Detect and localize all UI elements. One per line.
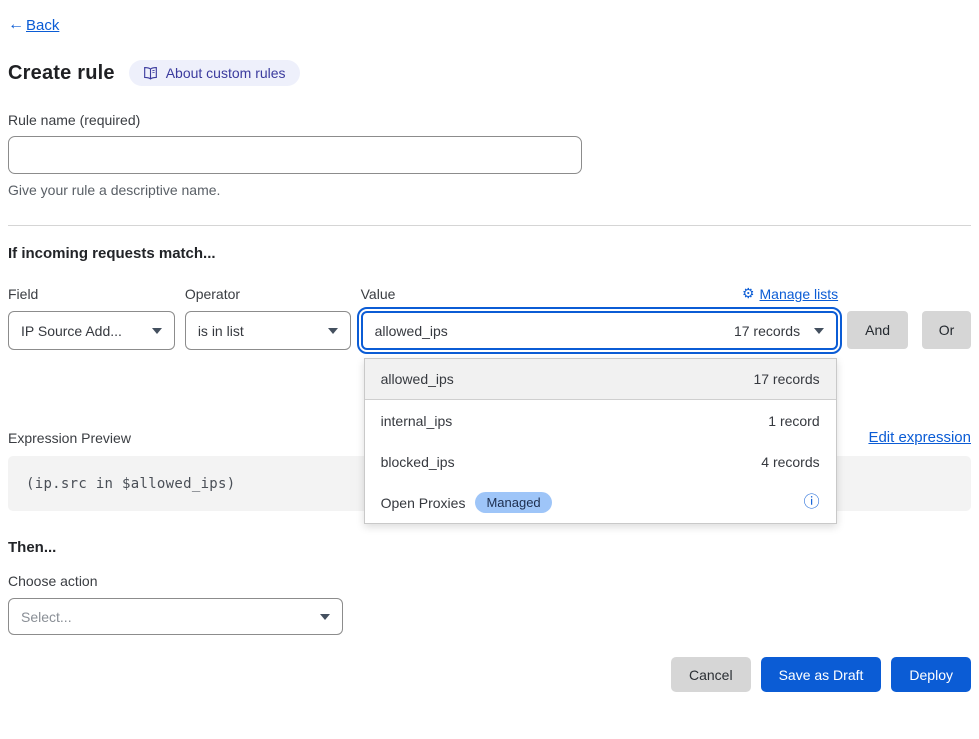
list-records: 17 records (753, 371, 819, 387)
action-select-placeholder: Select... (21, 609, 72, 625)
back-arrow-icon: ← (8, 16, 24, 34)
list-records: 4 records (761, 454, 819, 470)
rule-name-helper: Give your rule a descriptive name. (8, 182, 971, 198)
operator-cell: Operator is in list (185, 286, 351, 350)
field-cell: Field IP Source Add... (8, 286, 175, 350)
expression-code: (ip.src in $allowed_ips) (26, 476, 236, 492)
back-link[interactable]: ← Back (8, 16, 59, 34)
chevron-down-icon (152, 328, 162, 334)
cancel-button[interactable]: Cancel (671, 657, 751, 692)
title-row: Create rule About custom rules (8, 60, 971, 86)
info-icon[interactable]: ⓘ (804, 495, 820, 511)
value-select-value: allowed_ips (375, 323, 448, 339)
value-label-row: Value ⚙ Manage lists (361, 285, 838, 302)
list-name-group: Open Proxies Managed (381, 492, 552, 513)
value-cell: Value ⚙ Manage lists allowed_ips 17 reco… (361, 285, 838, 350)
back-link-label: Back (26, 17, 59, 34)
managed-badge: Managed (475, 492, 551, 513)
match-heading: If incoming requests match... (8, 245, 971, 262)
rule-name-label: Rule name (required) (8, 112, 971, 128)
or-button[interactable]: Or (922, 311, 971, 349)
condition-row: Field IP Source Add... Operator is in li… (8, 285, 971, 350)
operator-label: Operator (185, 286, 351, 302)
chevron-down-icon (320, 614, 330, 620)
action-select[interactable]: Select... (8, 598, 343, 635)
value-select-records: 17 records (734, 323, 800, 339)
deploy-button[interactable]: Deploy (891, 657, 971, 692)
operator-select[interactable]: is in list (185, 311, 351, 350)
save-as-draft-button[interactable]: Save as Draft (761, 657, 882, 692)
dropdown-item-blocked-ips[interactable]: blocked_ips 4 records (365, 441, 836, 482)
list-records: 1 record (768, 413, 819, 429)
expression-preview-label: Expression Preview (8, 430, 131, 446)
list-name: internal_ips (381, 413, 453, 429)
dropdown-item-internal-ips[interactable]: internal_ips 1 record (365, 400, 836, 441)
value-select[interactable]: allowed_ips 17 records allowed_ips 17 re… (361, 311, 838, 350)
list-name: blocked_ips (381, 454, 455, 470)
value-select-right: 17 records (734, 323, 824, 339)
gear-icon: ⚙ (742, 285, 755, 302)
edit-expression-link[interactable]: Edit expression (868, 429, 971, 446)
list-name: Open Proxies (381, 495, 466, 511)
section-divider (8, 225, 971, 226)
value-label: Value (361, 286, 396, 302)
chevron-down-icon (814, 328, 824, 334)
create-rule-page: ← Back Create rule About custom rules Ru… (0, 0, 979, 712)
about-custom-rules-label: About custom rules (166, 65, 286, 81)
list-name: allowed_ips (381, 371, 454, 387)
then-heading: Then... (8, 539, 971, 556)
and-button[interactable]: And (847, 311, 908, 349)
value-dropdown-panel: allowed_ips 17 records internal_ips 1 re… (364, 358, 837, 524)
choose-action-label: Choose action (8, 573, 971, 589)
manage-lists-link[interactable]: ⚙ Manage lists (742, 285, 838, 302)
dropdown-item-open-proxies[interactable]: Open Proxies Managed ⓘ (365, 482, 836, 523)
dropdown-item-allowed-ips[interactable]: allowed_ips 17 records (365, 359, 836, 400)
operator-select-value: is in list (198, 323, 244, 339)
page-title: Create rule (8, 62, 115, 85)
field-label: Field (8, 286, 175, 302)
manage-lists-label: Manage lists (760, 286, 839, 302)
book-icon (143, 66, 158, 81)
chevron-down-icon (328, 328, 338, 334)
rule-name-input[interactable] (8, 136, 582, 174)
about-custom-rules-link[interactable]: About custom rules (129, 60, 300, 86)
field-select-value: IP Source Add... (21, 323, 122, 339)
footer-actions: Cancel Save as Draft Deploy (8, 657, 971, 692)
field-select[interactable]: IP Source Add... (8, 311, 175, 350)
